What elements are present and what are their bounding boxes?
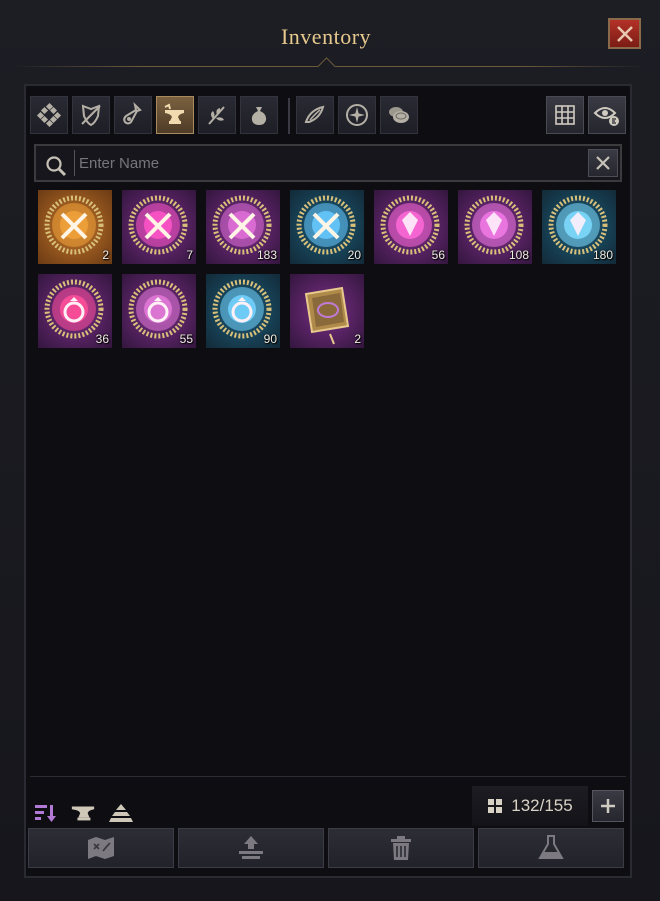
window-title: Inventory <box>280 24 372 49</box>
tab-separator <box>288 98 290 134</box>
map-icon <box>88 837 114 859</box>
inventory-slot[interactable]: 2 <box>38 190 112 264</box>
inventory-slot[interactable]: 55 <box>122 274 196 348</box>
tab-equipment[interactable] <box>72 96 110 134</box>
clear-icon <box>596 156 610 170</box>
alchemy-flask-icon <box>538 835 564 859</box>
anvil-filter-button[interactable] <box>70 800 96 826</box>
potion-icon <box>123 102 142 125</box>
footer-divider <box>30 776 626 777</box>
coins-icon <box>389 107 409 123</box>
visibility-settings-button[interactable] <box>588 96 626 134</box>
action-bar <box>28 828 626 868</box>
item-quantity: 56 <box>431 248 445 262</box>
inventory-slot[interactable]: 180 <box>542 190 616 264</box>
item-quantity: 20 <box>347 248 361 262</box>
slots-icon <box>488 799 503 813</box>
inventory-slot[interactable]: 183 <box>206 190 280 264</box>
trash-icon <box>391 836 411 860</box>
item-quantity: 2 <box>354 332 361 346</box>
inventory-slot[interactable]: 90 <box>206 274 280 348</box>
pouch-icon <box>251 107 267 125</box>
item-grid: 2 7 183 20 56 108 180 36 55 90 2 <box>34 190 624 360</box>
anvil-filter-icon <box>71 806 95 821</box>
sort-icon <box>35 805 56 822</box>
recipe-book-icon <box>304 286 350 345</box>
tab-materials[interactable] <box>198 96 236 134</box>
item-quantity: 108 <box>508 248 529 262</box>
item-quantity: 55 <box>179 332 193 346</box>
title-ornament <box>317 57 336 76</box>
item-quantity: 2 <box>102 248 109 262</box>
item-quantity: 180 <box>592 248 613 262</box>
footer-tools <box>30 794 190 830</box>
tab-consumables[interactable] <box>114 96 152 134</box>
tools-material-icon <box>44 195 104 255</box>
inventory-capacity: 132/155 <box>472 786 588 826</box>
search-bar <box>34 144 622 182</box>
grade-filter-button[interactable] <box>108 800 134 826</box>
feather-icon <box>304 105 325 123</box>
plus-icon <box>601 799 615 813</box>
upgrade-button[interactable] <box>178 828 324 868</box>
sort-button[interactable] <box>32 800 58 826</box>
tab-crafting[interactable] <box>156 96 194 134</box>
upgrade-icon <box>239 836 263 859</box>
inventory-slot[interactable]: 20 <box>290 190 364 264</box>
map-button[interactable] <box>28 828 174 868</box>
tab-quest[interactable] <box>338 96 376 134</box>
capacity-text: 132/155 <box>511 796 573 815</box>
alchemy-button[interactable] <box>478 828 624 868</box>
grade-filter-icon <box>109 804 133 822</box>
inventory-slot[interactable]: 56 <box>374 190 448 264</box>
title-bar: Inventory <box>0 0 660 76</box>
expand-inventory-button[interactable] <box>592 790 624 822</box>
herb-icon <box>208 106 225 125</box>
grid-view-button[interactable] <box>546 96 584 134</box>
inventory-slot[interactable]: 7 <box>122 190 196 264</box>
inventory-panel: 2 7 183 20 56 108 180 36 55 90 2 <box>24 84 632 878</box>
visibility-settings-icon <box>593 107 619 126</box>
tab-collectibles[interactable] <box>296 96 334 134</box>
item-quantity: 183 <box>256 248 277 262</box>
search-input[interactable] <box>74 150 583 176</box>
all-items-icon <box>36 102 62 128</box>
item-quantity: 7 <box>186 248 193 262</box>
grid-view-icon <box>555 105 575 125</box>
item-quantity: 36 <box>95 332 109 346</box>
tab-all[interactable] <box>30 96 68 134</box>
inventory-window: Inventory Enter Name 2 7 183 20 56 108 1… <box>0 0 660 901</box>
close-button[interactable] <box>608 18 641 49</box>
search-icon <box>46 156 67 177</box>
inventory-slot[interactable]: 108 <box>458 190 532 264</box>
delete-button[interactable] <box>328 828 474 868</box>
inventory-slot[interactable]: 36 <box>38 274 112 348</box>
tab-misc[interactable] <box>240 96 278 134</box>
tools-material-icon <box>128 195 188 255</box>
inventory-slot[interactable]: 2 <box>290 274 364 348</box>
close-icon <box>616 25 633 42</box>
anvil-icon <box>164 103 184 124</box>
item-quantity: 90 <box>263 332 277 346</box>
tab-currency[interactable] <box>380 96 418 134</box>
category-tabs <box>30 92 628 134</box>
clear-search-button[interactable] <box>588 149 618 177</box>
equipment-icon <box>81 104 101 127</box>
compass-icon <box>346 104 368 126</box>
